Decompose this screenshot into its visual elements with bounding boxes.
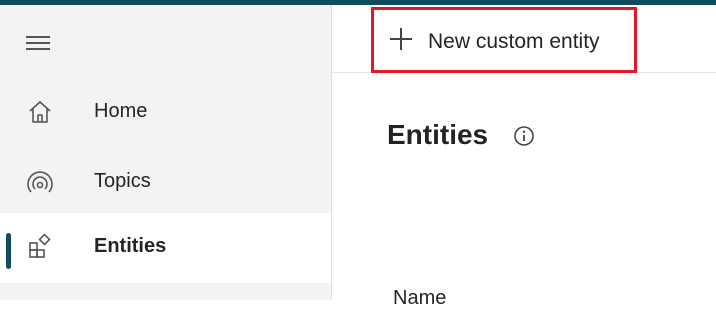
active-indicator (6, 233, 11, 269)
new-custom-entity-label: New custom entity (428, 30, 600, 53)
sidebar-item-home[interactable]: Home (0, 78, 331, 148)
home-icon (26, 98, 54, 126)
sidebar-item-label: Entities (94, 235, 167, 257)
new-custom-entity-button[interactable]: New custom entity (371, 7, 637, 73)
sidebar-item-entities[interactable]: Entities (0, 213, 331, 283)
topics-icon (26, 168, 54, 196)
main-content: New custom entity Entities Name (332, 5, 716, 309)
plus-icon (388, 26, 414, 52)
sidebar-item-label: Topics (94, 170, 151, 192)
sidebar-item-label: Home (94, 100, 148, 122)
sidebar-item-topics[interactable]: Topics (0, 148, 331, 218)
entities-icon (26, 233, 54, 261)
command-bar: New custom entity (332, 5, 716, 73)
page-title: Entities (387, 119, 489, 150)
info-icon[interactable] (513, 125, 535, 147)
sidebar: Home Topics Entities (0, 5, 332, 300)
hamburger-menu-icon[interactable] (24, 31, 52, 55)
table-column-header-name[interactable]: Name (393, 287, 446, 310)
